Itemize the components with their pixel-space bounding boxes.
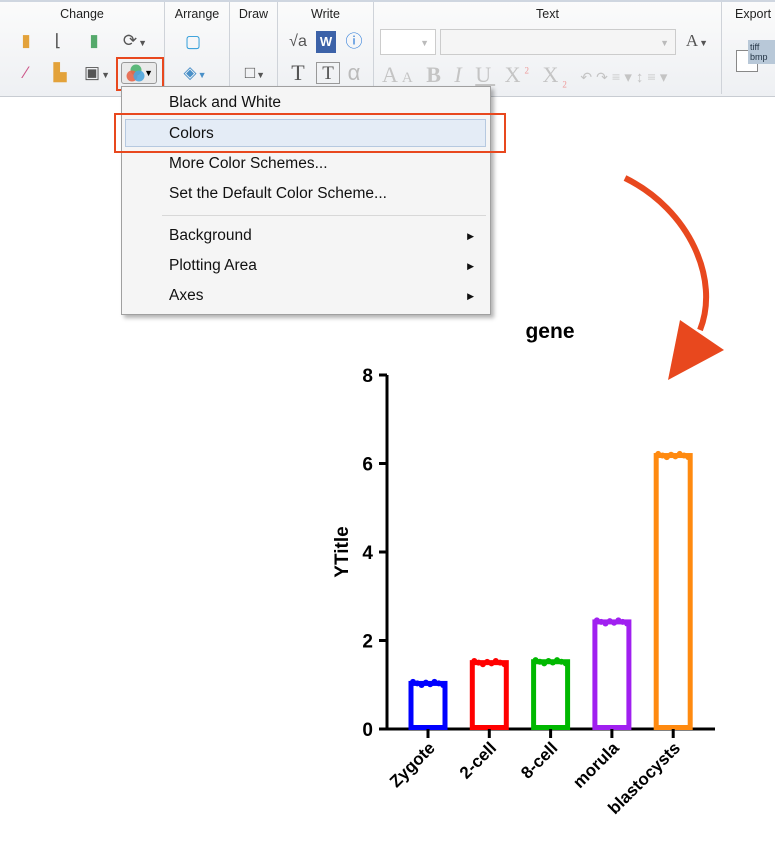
- y-axis-title: YTitle: [332, 526, 353, 577]
- bar-chart: gene YTitle 0 2 4 6 8 Zygote 2-cell 8-cell morul…: [332, 175, 724, 818]
- data-point: [562, 660, 569, 667]
- y-tick-label: 8: [362, 366, 373, 387]
- y-tick-label: 4: [362, 543, 373, 564]
- annotation-arrowhead-icon: [668, 320, 724, 380]
- x-tick-label: 8-cell: [517, 738, 561, 782]
- chart-title: gene: [525, 320, 574, 343]
- y-tick-label: 2: [362, 632, 373, 653]
- data-point: [624, 620, 630, 627]
- data-point: [685, 454, 692, 461]
- bar-Zygote: [408, 680, 448, 730]
- bar-morula: [592, 619, 632, 730]
- annotation-arrow: [623, 175, 710, 332]
- y-tick-label: 0: [362, 720, 373, 741]
- data-point: [501, 661, 508, 668]
- data-point: [440, 682, 447, 689]
- y-tick-label: 6: [362, 455, 373, 476]
- bar-blastocysts: [653, 453, 693, 730]
- bar-8-cell: [531, 659, 571, 730]
- x-tick-label: 2-cell: [456, 738, 500, 782]
- x-tick-label: morula: [569, 738, 623, 792]
- x-tick-label: Zygote: [386, 738, 439, 791]
- bar-2-cell: [469, 660, 509, 730]
